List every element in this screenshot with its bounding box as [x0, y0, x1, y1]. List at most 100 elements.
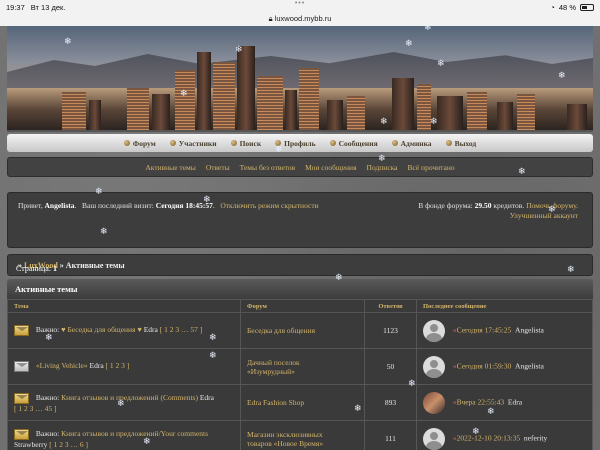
last-post-date[interactable]: Сегодня 17:45:25 [457, 325, 512, 334]
topic-link[interactable]: «Living Vehicle» [36, 361, 88, 370]
sub-nav: Активные темы Ответы Темы без ответов Мо… [7, 157, 593, 177]
table-title: Активные темы [7, 279, 593, 299]
last-post-cell: »Сегодня 17:45:25 Angelista [416, 312, 593, 349]
forum-link-line2[interactable]: товаров «Новое Время» [247, 439, 323, 448]
pagination: Страница: 1 [16, 264, 57, 273]
last-visit: Сегодня 18:45:57 [155, 201, 213, 210]
forum-link[interactable]: Беседка для общения [247, 326, 315, 335]
topic-author: Edra [143, 325, 158, 335]
link-unanswered[interactable]: Темы без ответов [240, 163, 296, 172]
breadcrumb: » LuxWood » Активные темы [7, 254, 593, 276]
bullet-icon [275, 140, 282, 146]
last-post-cell: »2022-12-10 20:13:35 neferity [416, 420, 593, 450]
url-text: luxwood.mybb.ru [274, 14, 332, 23]
topic-cell: Важно: ♥ Беседка для общения ♥ Edra [ 1 … [7, 312, 241, 349]
bullet-icon [169, 140, 176, 146]
city-banner [7, 26, 593, 132]
col-replies: Ответов [364, 299, 417, 313]
default-avatar-icon[interactable] [423, 427, 445, 450]
hide-mode-link[interactable]: Отключить режим скрытности [220, 201, 318, 210]
status-date: Вт 13 дек. [30, 2, 66, 12]
username: Angelista [44, 201, 75, 210]
tab-dots-icon[interactable]: ••• [295, 0, 305, 7]
forum-link[interactable]: Edra Fashion Shop [247, 398, 304, 407]
link-active-topics[interactable]: Активные темы [145, 163, 195, 172]
table-row: Важно: Книга отзывов и предложений/Your … [7, 420, 593, 450]
sticky-topic-icon [14, 428, 29, 440]
topic-cell: Важно: Книга отзывов и предложений/Your … [7, 420, 241, 450]
nav-search[interactable]: Поиск [230, 139, 261, 148]
nav-admin[interactable]: Админка [391, 139, 432, 148]
bullet-icon [391, 140, 398, 146]
main-nav: Форум Участники Поиск Профиль Сообщения … [7, 134, 593, 152]
link-subscriptions[interactable]: Подписка [367, 163, 398, 172]
topics-table: Тема Форум Ответов Последнее сообщение В… [7, 299, 593, 450]
topic-cell: «Living Vehicle» Edra [ 1 2 3 ] [7, 348, 241, 385]
forum-cell: Беседка для общения [240, 312, 365, 349]
forum-cell: Дачный поселок «Изумрудный» [240, 348, 365, 385]
topic-pages[interactable]: [ 1 2 3 ] [106, 361, 130, 370]
replies-count: 1123 [364, 312, 417, 349]
sticky-topic-icon [14, 325, 29, 336]
nav-forum[interactable]: Форум [123, 139, 156, 148]
improved-account-link[interactable]: Улучшенный аккаунт [510, 211, 578, 220]
last-post-cell: »Сегодня 01:59:30 Angelista [416, 348, 593, 385]
last-post-date[interactable]: 2022-12-10 20:13:35 [457, 433, 521, 442]
bullet-icon [123, 140, 130, 146]
forum-link[interactable]: Магазин эксклюзивных [247, 430, 323, 439]
status-time: 19:37 [6, 2, 25, 12]
topic-pages[interactable]: [ 1 2 3 … 45 ] [14, 404, 57, 413]
default-avatar-icon[interactable] [423, 319, 445, 342]
last-post-cell: »Вчера 22:55:43 Edra [416, 384, 593, 421]
nav-profile[interactable]: Профиль [275, 139, 316, 148]
battery-label: 48 % [558, 2, 576, 12]
topic-link[interactable]: Книга отзывов и предложений/Your comment… [61, 429, 208, 438]
col-topic: Тема [7, 299, 241, 313]
topic-author: Strawberry [14, 439, 48, 449]
ios-status-bar: 19:37 Вт 13 дек. ••• ◔ 48 % [0, 0, 600, 14]
bullet-icon [329, 140, 336, 146]
replies-count: 893 [364, 384, 417, 421]
col-forum: Форум [240, 299, 365, 313]
address-bar[interactable]: 🔒︎ luxwood.mybb.ru [0, 14, 600, 26]
link-mark-read[interactable]: Всё прочитано [408, 163, 455, 172]
link-my-posts[interactable]: Мои сообщения [305, 163, 356, 172]
table-row: Важно: Книга отзывов и предложений (Comm… [7, 384, 593, 421]
page-number[interactable]: 1 [53, 264, 57, 273]
topic-pages[interactable]: [ 1 2 3 … 57 ] [160, 325, 203, 334]
topic-link[interactable]: ♥ Беседка для общения ♥ [61, 325, 142, 334]
nav-messages[interactable]: Сообщения [329, 139, 378, 148]
default-avatar-icon[interactable] [423, 355, 445, 378]
topic-pages[interactable]: [ 1 2 3 … 6 ] [49, 440, 88, 449]
table-row: Важно: ♥ Беседка для общения ♥ Edra [ 1 … [7, 312, 593, 349]
last-post-date[interactable]: Сегодня 01:59:30 [457, 361, 512, 370]
forum-cell: Магазин эксклюзивных товаров «Новое Врем… [240, 420, 365, 450]
help-forum-link[interactable]: Помочь форуму. [526, 201, 578, 210]
table-row: «Living Vehicle» Edra [ 1 2 3 ] Дачный п… [7, 348, 593, 385]
nav-logout[interactable]: Выход [445, 139, 476, 148]
breadcrumb-current: Активные темы [65, 261, 125, 270]
bullet-icon [445, 140, 452, 146]
welcome-text: Привет, Angelista. Ваш последний визит: … [18, 201, 319, 210]
fund-value: 29.50 [474, 201, 492, 210]
topic-cell: Важно: Книга отзывов и предложений (Comm… [7, 384, 241, 421]
last-post-user: neferity [523, 433, 548, 443]
replies-count: 50 [364, 348, 417, 385]
welcome-panel: Привет, Angelista. Ваш последний визит: … [7, 192, 593, 248]
nav-members[interactable]: Участники [169, 139, 217, 148]
forum-cell: Edra Fashion Shop [240, 384, 365, 421]
replies-count: 111 [364, 420, 417, 450]
link-replies[interactable]: Ответы [206, 163, 230, 172]
battery-icon [580, 3, 594, 11]
forum-link-line2[interactable]: «Изумрудный» [247, 367, 295, 376]
sticky-topic-icon [14, 392, 29, 404]
photo-avatar-icon[interactable] [423, 391, 445, 414]
topic-author: Edra [89, 361, 104, 371]
topic-icon [14, 361, 29, 372]
last-post-date[interactable]: Вчера 22:55:43 [457, 397, 505, 406]
topic-link[interactable]: Книга отзывов и предложений (Comments) [61, 393, 198, 402]
col-last-post: Последнее сообщение [416, 299, 593, 313]
lock-icon: 🔒︎ [268, 14, 273, 23]
forum-link[interactable]: Дачный поселок [247, 358, 300, 367]
topic-author: Edra [199, 392, 214, 402]
